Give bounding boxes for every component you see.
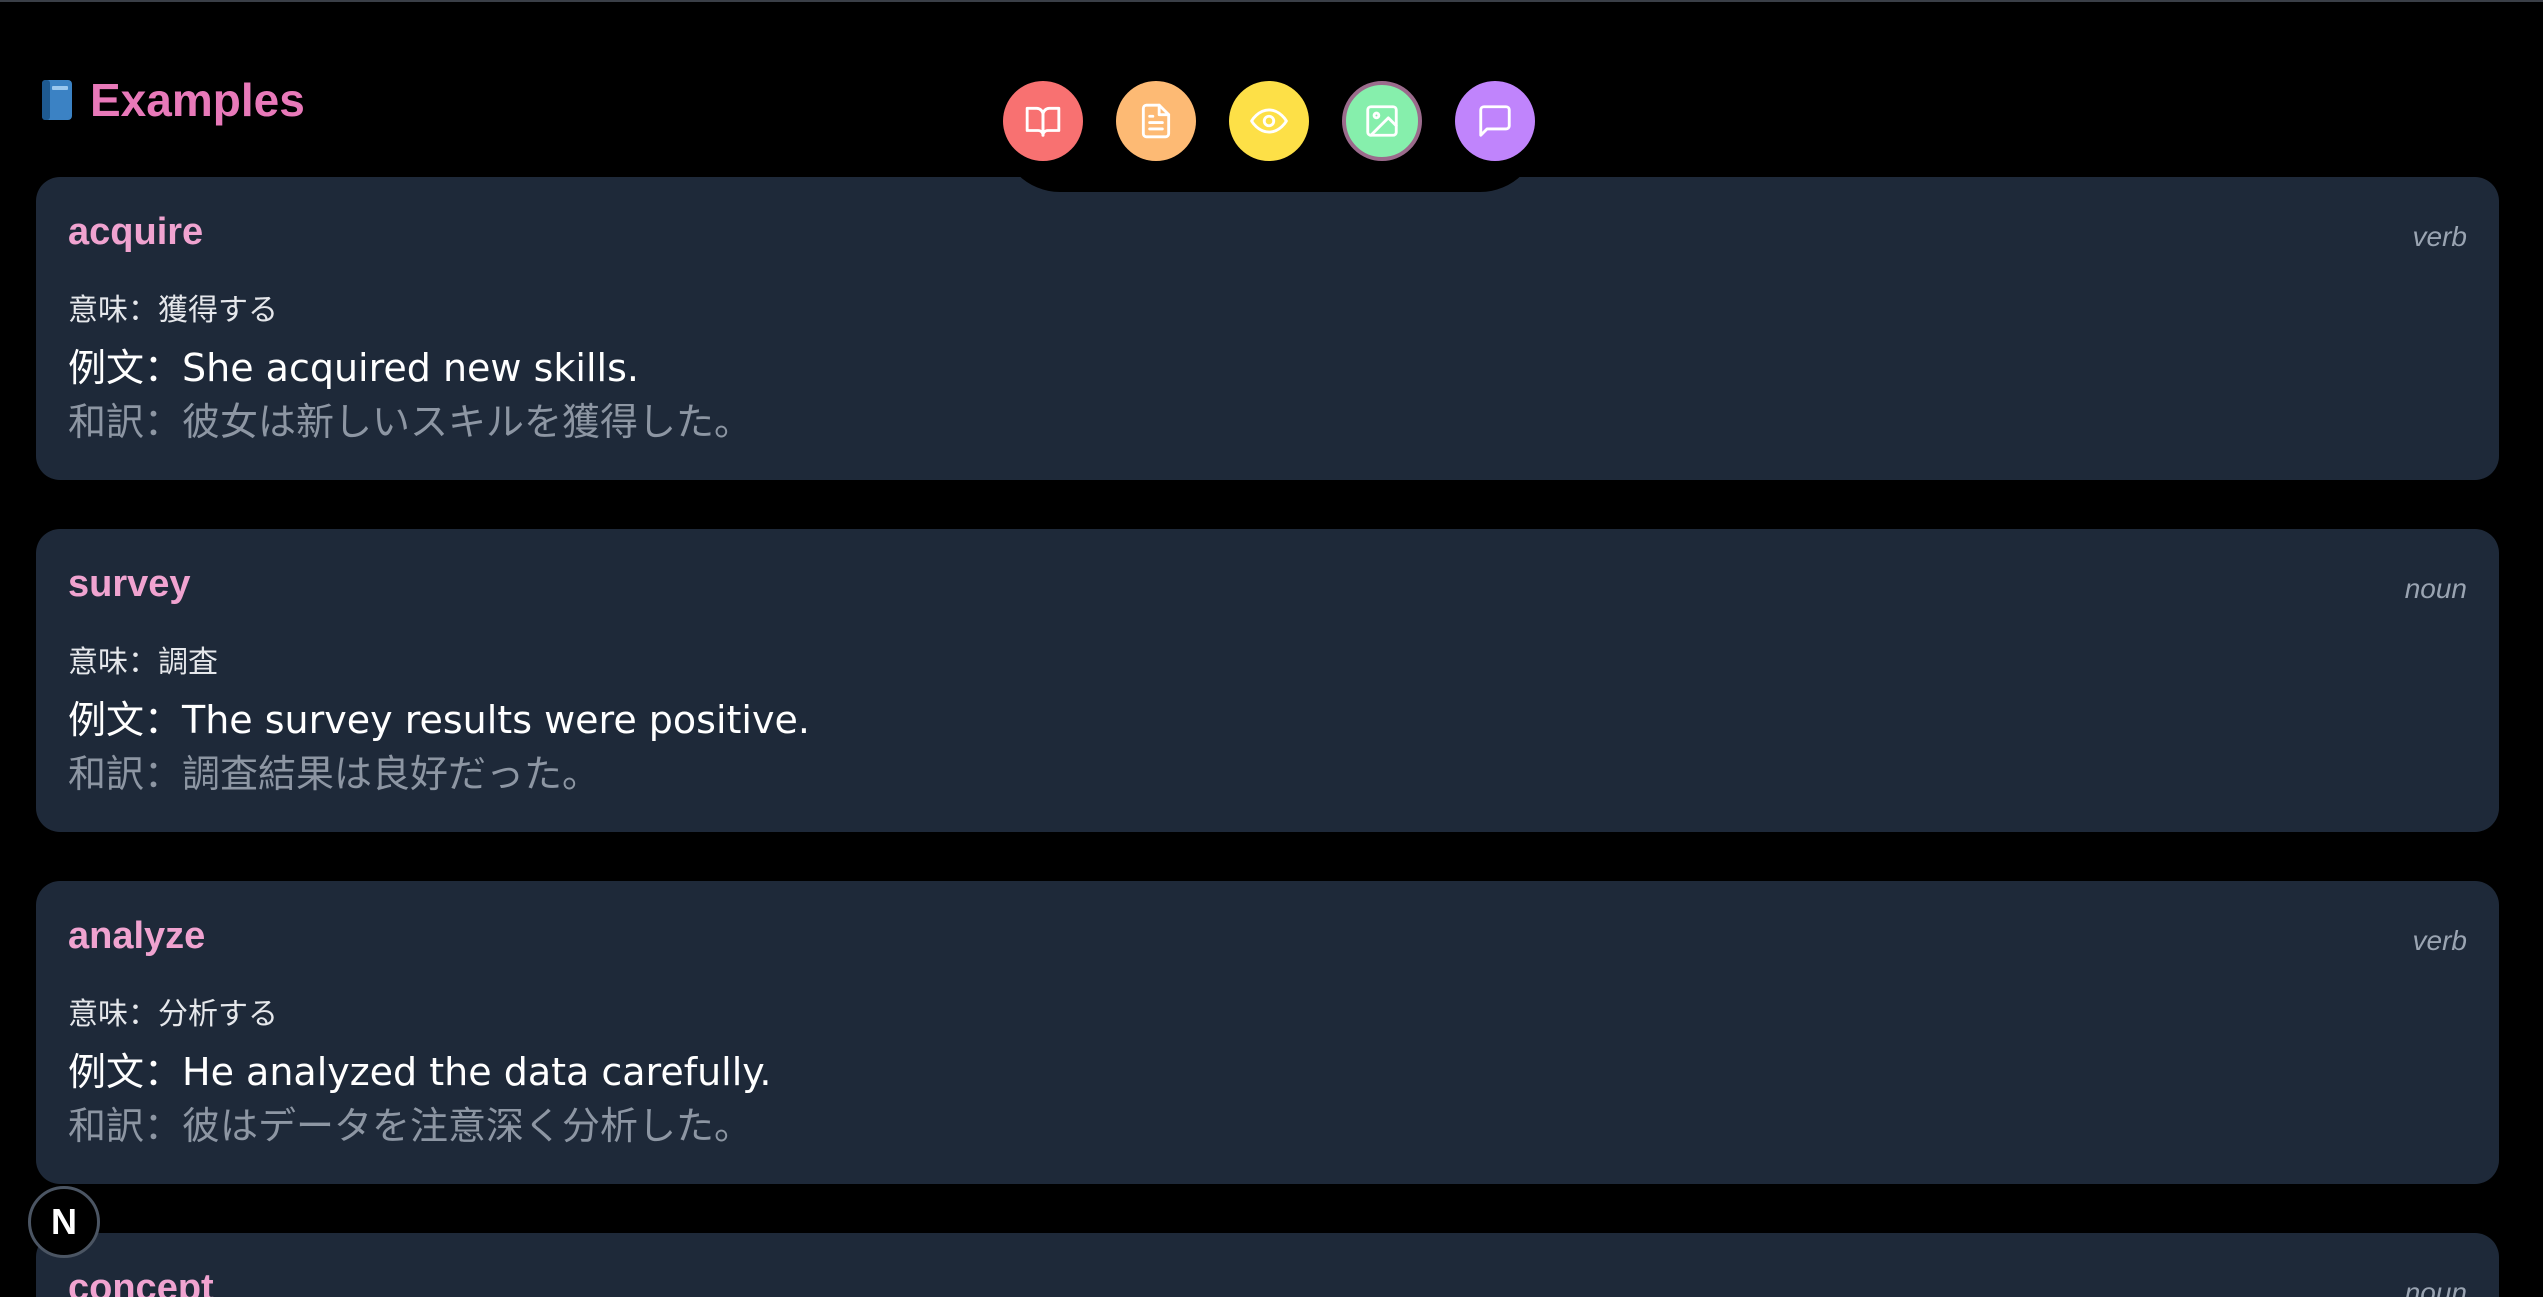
document-icon [1141, 103, 1171, 139]
card-meaning: 意味：獲得する [68, 293, 278, 328]
example-card: concept noun [36, 1233, 2499, 1297]
card-translation: 和訳：彼はデータを注意深く分析した。 [68, 1104, 753, 1148]
card-translation: 和訳：調査結果は良好だった。 [68, 752, 601, 796]
chat-button[interactable] [1455, 81, 1535, 161]
card-word: survey [68, 563, 191, 605]
card-word: concept [68, 1267, 214, 1297]
example-card: analyze verb 意味：分析する 例文：He analyzed the … [36, 881, 2499, 1184]
document-button[interactable] [1116, 81, 1196, 161]
page-title-text: Examples [90, 74, 305, 126]
image-button[interactable] [1342, 81, 1422, 161]
card-word: analyze [68, 915, 206, 957]
card-part-of-speech: verb [2412, 925, 2467, 956]
book-open-icon [1025, 106, 1061, 137]
card-translation: 和訳：彼女は新しいスキルを獲得した。 [68, 400, 753, 444]
card-word: acquire [68, 211, 204, 253]
floating-toolbar [1003, 81, 1535, 161]
page-title: Examples [38, 70, 305, 130]
card-part-of-speech: verb [2412, 221, 2467, 252]
example-card: acquire verb 意味：獲得する 例文：She acquired new… [36, 177, 2499, 480]
card-example-sentence: 例文：She acquired new skills. [68, 346, 639, 390]
card-example-sentence: 例文：He analyzed the data carefully. [68, 1050, 772, 1094]
card-part-of-speech: noun [2404, 573, 2467, 604]
example-card: survey noun 意味：調査 例文：The survey results … [36, 529, 2499, 832]
card-meaning: 意味：調査 [68, 645, 218, 680]
eye-button[interactable] [1229, 81, 1309, 161]
image-icon [1366, 105, 1398, 137]
eye-icon [1250, 108, 1288, 134]
card-meaning: 意味：分析する [68, 997, 278, 1032]
book-open-button[interactable] [1003, 81, 1083, 161]
chat-bubble-icon [1479, 105, 1511, 137]
next-badge[interactable]: N [28, 1186, 100, 1258]
next-badge-letter: N [51, 1201, 77, 1242]
card-example-sentence: 例文：The survey results were positive. [68, 698, 810, 742]
top-border [0, 0, 2543, 2]
blue-book-icon [42, 80, 72, 120]
card-part-of-speech: noun [2404, 1277, 2467, 1297]
